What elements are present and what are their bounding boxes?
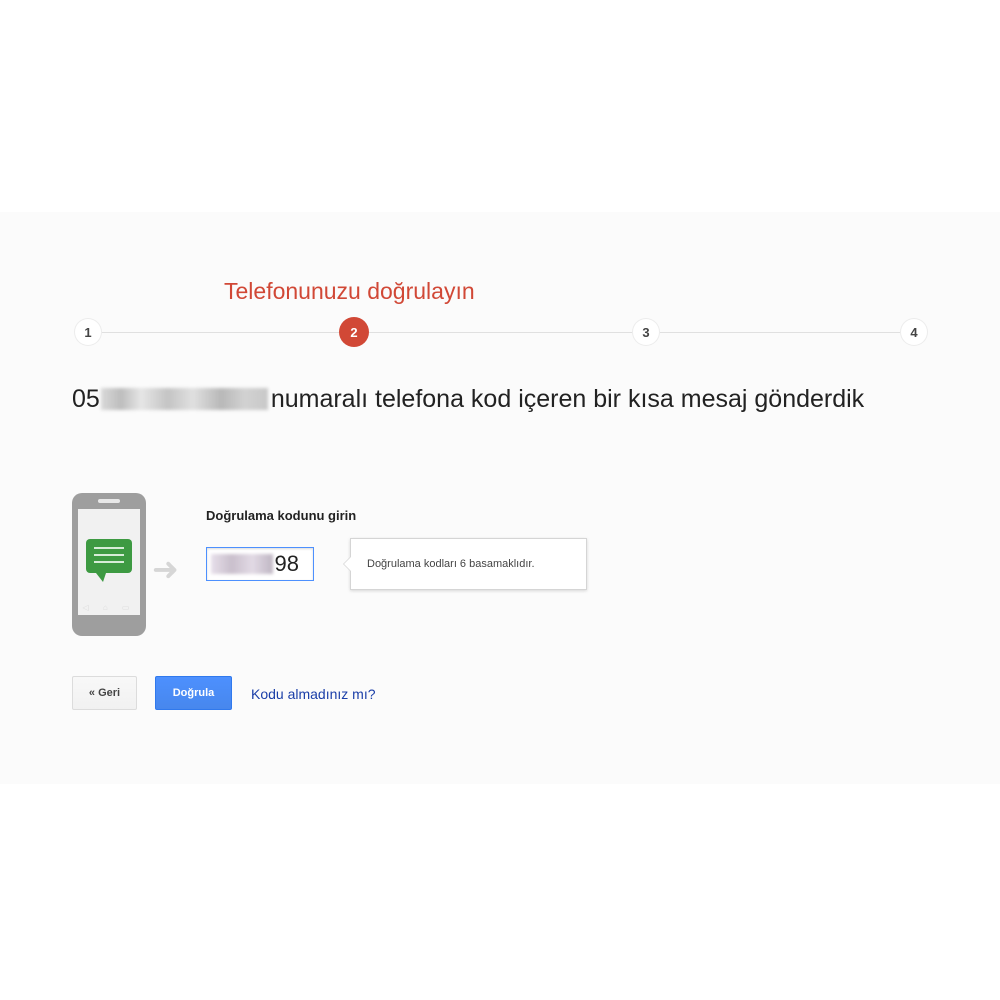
- step-1: 1: [75, 319, 101, 345]
- progress-track: [88, 332, 914, 333]
- sms-sent-message: 05 numaralı telefona kod içeren bir kısa …: [72, 383, 922, 415]
- step-4: 4: [901, 319, 927, 345]
- phone-icon: ◁ ⌂ ▭: [72, 493, 146, 636]
- back-button[interactable]: « Geri: [72, 676, 137, 710]
- phone-prefix: 05: [72, 385, 100, 413]
- page-title: Telefonunuzu doğrulayın: [224, 278, 475, 304]
- step-3: 3: [633, 319, 659, 345]
- resend-code-link[interactable]: Kodu almadınız mı?: [251, 686, 376, 702]
- arrow-right-icon: ➜: [152, 551, 179, 587]
- phone-soft-keys: ◁ ⌂ ▭: [82, 603, 136, 612]
- step-2-active: 2: [339, 317, 369, 347]
- verify-button[interactable]: Doğrula: [155, 676, 232, 710]
- verification-panel: [0, 212, 1000, 784]
- phone-speaker: [98, 499, 120, 503]
- phone-screen: [78, 509, 140, 615]
- redacted-code-digits: [211, 554, 273, 574]
- redacted-phone-number: [100, 388, 268, 410]
- message-bubble-icon: [86, 539, 132, 582]
- message-text: numaralı telefona kod içeren bir kısa me…: [270, 385, 865, 413]
- code-hint-tooltip: Doğrulama kodları 6 basamaklıdır.: [343, 538, 587, 590]
- code-field-label: Doğrulama kodunu girin: [206, 508, 357, 523]
- code-hint-text: Doğrulama kodları 6 basamaklıdır.: [367, 558, 535, 570]
